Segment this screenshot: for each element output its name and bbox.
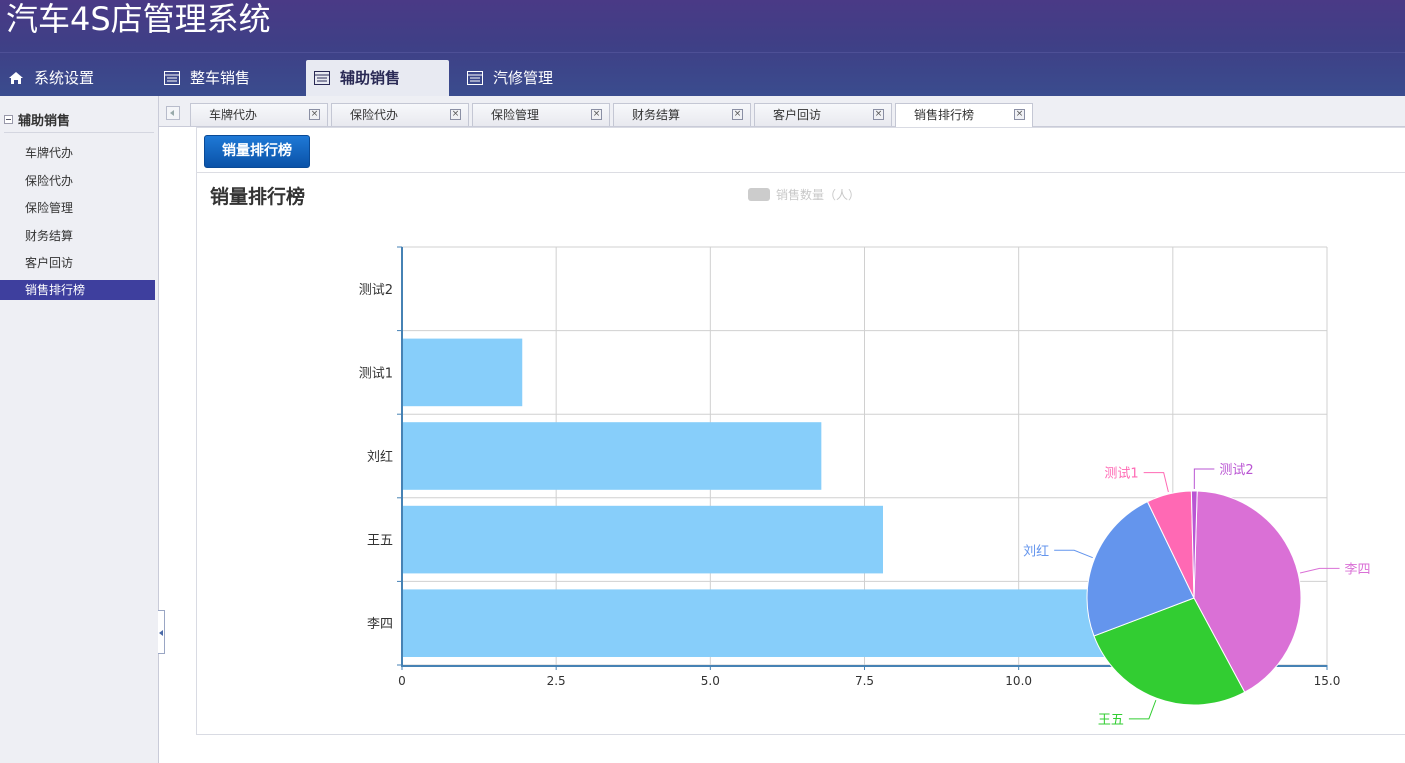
x-tick-label: 0 [398, 674, 406, 688]
x-tick-label: 5.0 [701, 674, 720, 688]
bar-王五 [402, 505, 883, 574]
x-tick-label: 15.0 [1314, 674, 1341, 688]
pie-label: 测试2 [1219, 463, 1253, 478]
y-category-label: 王五 [367, 534, 393, 549]
pie-label: 王五 [1098, 713, 1124, 728]
x-tick-label: 2.5 [547, 674, 566, 688]
y-category-label: 测试2 [359, 283, 393, 298]
x-tick-label: 10.0 [1005, 674, 1032, 688]
pie-label-line [1054, 549, 1093, 559]
pie-label: 李四 [1345, 562, 1371, 577]
pie-label-line [1299, 567, 1340, 574]
y-category-label: 刘红 [367, 449, 393, 465]
pie-label-line [1143, 472, 1169, 493]
y-category-label: 李四 [367, 617, 393, 632]
x-tick-label: 7.5 [855, 674, 874, 688]
bar-测试1 [402, 338, 523, 407]
bar-李四 [402, 589, 1142, 657]
pie-label: 测试1 [1104, 467, 1138, 482]
pie-label: 刘红 [1023, 543, 1049, 559]
sales-chart: 02.55.07.510.012.515.0测试2测试1刘红王五李四 李四王五刘… [359, 246, 1371, 728]
pie-label-line [1193, 468, 1215, 490]
pie-label-line [1128, 699, 1157, 720]
y-category-label: 测试1 [359, 366, 393, 381]
bar-刘红 [402, 422, 822, 490]
